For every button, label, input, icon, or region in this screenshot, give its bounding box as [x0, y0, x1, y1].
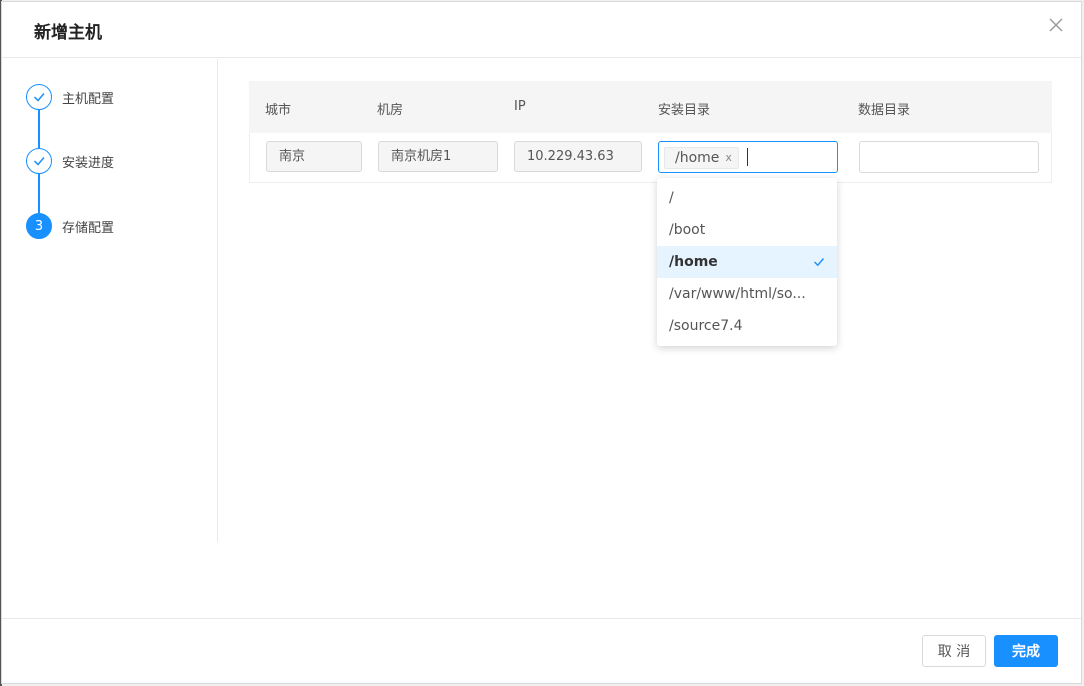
step-label: 存储配置 — [62, 221, 115, 236]
city-field: 南京 — [266, 141, 362, 172]
dropdown-option[interactable]: /source7.4 — [657, 310, 837, 342]
tag-label: /home — [675, 150, 720, 166]
room-field: 南京机房1 — [378, 141, 498, 172]
dropdown-option[interactable]: /boot — [657, 214, 837, 246]
selected-tag: /home x — [664, 147, 739, 169]
table-header: 城市 机房 IP 安装目录 数据目录 — [249, 81, 1052, 133]
add-host-dialog: 新增主机 主机配置 安装进度 3 存储配置 城市 机房 IP 安装目录 数据目录… — [1, 1, 1082, 684]
ip-field: 10.229.43.63 — [514, 141, 642, 172]
install-dir-dropdown: / /boot /home /var/www/html/so... /sourc… — [657, 178, 837, 346]
dropdown-option[interactable]: / — [657, 182, 837, 214]
dropdown-option[interactable]: /var/www/html/so... — [657, 278, 837, 310]
tag-close-icon[interactable]: x — [725, 148, 732, 168]
dialog-header: 新增主机 — [2, 2, 1081, 58]
data-dir-input[interactable] — [859, 141, 1039, 173]
dropdown-option-selected[interactable]: /home — [657, 246, 837, 278]
header-room: 机房 — [377, 103, 404, 118]
check-icon — [26, 148, 52, 174]
dialog-title: 新增主机 — [34, 23, 102, 43]
step-connector — [38, 109, 40, 149]
finish-button[interactable]: 完成 — [994, 635, 1058, 667]
step-label: 主机配置 — [62, 92, 115, 107]
dialog-footer: 取 消 完成 — [2, 618, 1081, 684]
text-caret — [747, 148, 748, 166]
table-row: 南京 南京机房1 10.229.43.63 /home x — [249, 133, 1052, 183]
header-install-dir: 安装目录 — [658, 103, 711, 118]
check-icon — [813, 256, 825, 268]
install-dir-select[interactable]: /home x — [658, 141, 838, 173]
header-data-dir: 数据目录 — [858, 103, 911, 118]
step-connector — [38, 173, 40, 213]
steps-panel: 主机配置 安装进度 3 存储配置 — [2, 59, 218, 542]
step-label: 安装进度 — [62, 156, 115, 171]
header-city: 城市 — [265, 103, 292, 118]
step-number: 3 — [26, 213, 52, 239]
option-label: /home — [669, 254, 718, 270]
check-icon — [26, 84, 52, 110]
header-ip: IP — [514, 99, 526, 114]
close-icon[interactable] — [1047, 16, 1065, 34]
cancel-button[interactable]: 取 消 — [922, 635, 986, 667]
